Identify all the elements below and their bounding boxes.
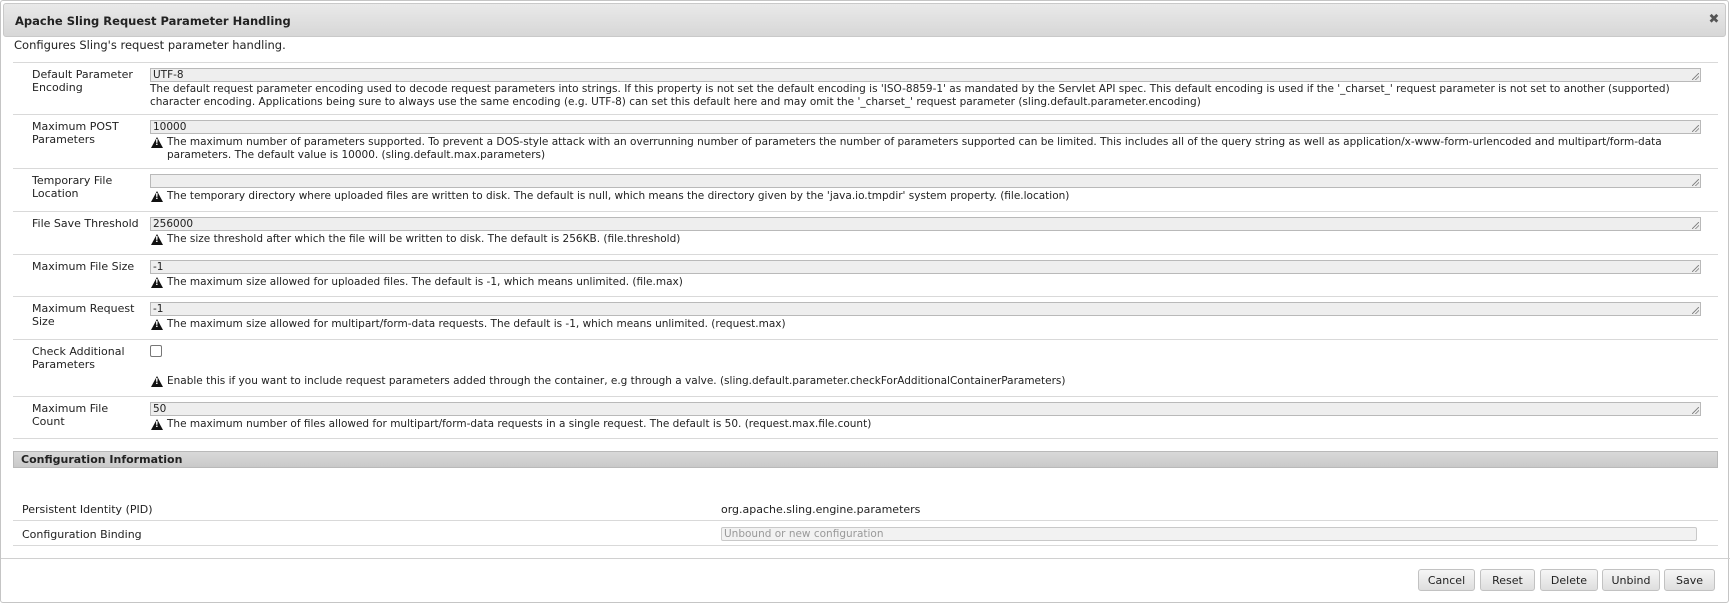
warning-icon	[151, 419, 163, 430]
property-description: The maximum number of parameters support…	[150, 136, 1710, 162]
delete-button[interactable]: Delete	[1540, 569, 1598, 591]
binding-row: Configuration Binding Unbound or new con…	[13, 522, 1718, 546]
property-label: Temporary File Location	[32, 174, 113, 200]
property-label: Maximum File Size	[32, 260, 135, 273]
property-description: The maximum number of files allowed for …	[150, 418, 1710, 431]
property-label: Default Parameter Encoding	[32, 68, 133, 94]
maximum-request-size-input[interactable]: -1	[150, 302, 1701, 316]
property-row: Temporary File Location The temporary di…	[13, 168, 1718, 211]
property-description: The maximum size allowed for uploaded fi…	[150, 276, 1710, 289]
close-icon[interactable]: ✖	[1706, 12, 1722, 28]
config-dialog: Apache Sling Request Parameter Handling …	[0, 0, 1730, 603]
property-description: Enable this if you want to include reque…	[150, 375, 1710, 388]
property-row: Maximum Request Size -1 The maximum size…	[13, 296, 1718, 339]
property-label: Maximum Request Size	[32, 302, 135, 328]
property-description-text: The maximum size allowed for multipart/f…	[167, 318, 786, 330]
property-description: The default request parameter encoding u…	[150, 83, 1670, 108]
warning-icon	[151, 234, 163, 245]
property-list: Default Parameter Encoding UTF-8 The def…	[13, 62, 1718, 439]
warning-icon	[151, 191, 163, 202]
property-label: File Save Threshold	[32, 217, 139, 230]
cancel-button[interactable]: Cancel	[1418, 569, 1475, 591]
maximum-file-count-input[interactable]: 50	[150, 402, 1701, 416]
maximum-file-size-input[interactable]: -1	[150, 260, 1701, 274]
property-row: Maximum File Size -1 The maximum size al…	[13, 254, 1718, 296]
reset-button[interactable]: Reset	[1480, 569, 1535, 591]
property-label: Check Additional Parameters	[32, 345, 125, 371]
property-description-text: The maximum number of files allowed for …	[167, 418, 872, 430]
property-description-text: Enable this if you want to include reque…	[167, 375, 1066, 387]
configuration-information-header: Configuration Information	[13, 451, 1718, 468]
property-row: File Save Threshold 256000 The size thre…	[13, 211, 1718, 254]
unbind-button[interactable]: Unbind	[1602, 569, 1660, 591]
pid-label: Persistent Identity (PID)	[22, 503, 153, 516]
property-row: Check Additional Parameters Enable this …	[13, 339, 1718, 396]
warning-icon	[151, 376, 163, 387]
save-button[interactable]: Save	[1664, 569, 1715, 591]
property-description: The maximum size allowed for multipart/f…	[150, 318, 1710, 331]
warning-icon	[151, 277, 163, 288]
default-parameter-encoding-input[interactable]: UTF-8	[150, 68, 1701, 82]
file-save-threshold-input[interactable]: 256000	[150, 217, 1701, 231]
property-description: The size threshold after which the file …	[150, 233, 1710, 246]
property-row: Maximum POST Parameters 10000 The maximu…	[13, 114, 1718, 168]
warning-icon	[151, 137, 163, 148]
property-label: Maximum File Count	[32, 402, 109, 428]
footer-divider	[1, 558, 1730, 559]
property-label: Maximum POST Parameters	[32, 120, 119, 146]
warning-icon	[151, 319, 163, 330]
check-additional-parameters-checkbox[interactable]	[150, 345, 162, 357]
dialog-description: Configures Sling's request parameter han…	[14, 38, 286, 52]
property-row: Default Parameter Encoding UTF-8 The def…	[13, 62, 1718, 114]
property-description: The temporary directory where uploaded f…	[150, 190, 1710, 203]
property-description-text: The maximum number of parameters support…	[167, 136, 1662, 161]
maximum-post-parameters-input[interactable]: 10000	[150, 120, 1701, 134]
property-row: Maximum File Count 50 The maximum number…	[13, 396, 1718, 439]
temporary-file-location-input[interactable]	[150, 174, 1701, 188]
configuration-binding-select[interactable]: Unbound or new configuration	[721, 527, 1697, 541]
pid-value: org.apache.sling.engine.parameters	[721, 503, 921, 516]
property-description-text: The size threshold after which the file …	[167, 233, 681, 245]
pid-row: Persistent Identity (PID) org.apache.sli…	[13, 497, 1718, 521]
property-description-text: The temporary directory where uploaded f…	[167, 190, 1070, 202]
property-description-text: The maximum size allowed for uploaded fi…	[167, 276, 683, 288]
dialog-titlebar: Apache Sling Request Parameter Handling …	[3, 3, 1726, 37]
dialog-title: Apache Sling Request Parameter Handling	[15, 14, 291, 28]
binding-label: Configuration Binding	[22, 528, 142, 541]
